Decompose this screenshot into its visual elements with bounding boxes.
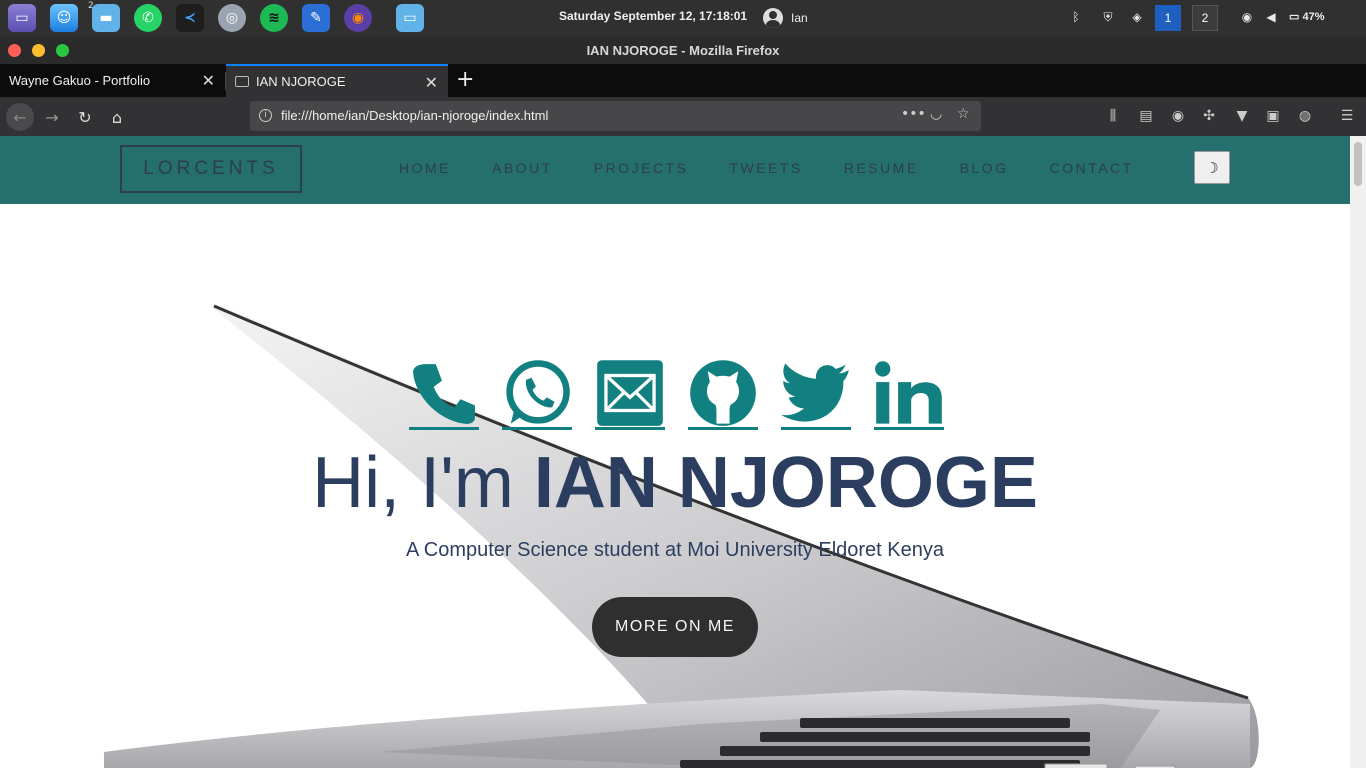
page-actions-icon[interactable]: ••• <box>901 106 926 122</box>
social-links <box>409 358 944 430</box>
system-panel: ▭ ☺ 2 ▬ ✆ ≺ ◎ ≋ ✎ ◉ ▭ Saturday September… <box>0 0 1366 36</box>
workspace-1[interactable]: 1 <box>1155 5 1181 31</box>
workspace-2[interactable]: 2 <box>1192 5 1218 31</box>
folder-icon[interactable]: ▭ <box>396 4 424 32</box>
nav-blog[interactable]: BLOG <box>960 160 1009 176</box>
phone-icon <box>413 363 475 424</box>
tab-ian-njoroge[interactable]: IAN NJOROGE ✕ <box>226 64 448 97</box>
security-icon[interactable]: ◈ <box>1128 8 1146 26</box>
phone-link[interactable] <box>409 358 479 430</box>
close-tab-icon[interactable]: ✕ <box>202 71 215 91</box>
site-header: LORCENTS HOME ABOUT PROJECTS TWEETS RESU… <box>0 136 1350 204</box>
bluetooth-icon[interactable]: ᛒ <box>1067 8 1085 26</box>
window-title: IAN NJOROGE - Mozilla Firefox <box>586 43 780 58</box>
vscode-icon[interactable]: ≺ <box>176 4 204 32</box>
nav-tweets[interactable]: TWEETS <box>729 160 802 176</box>
linkedin-icon <box>875 360 942 424</box>
github-icon <box>690 359 756 426</box>
user-icon <box>763 8 783 28</box>
page-viewport: LORCENTS HOME ABOUT PROJECTS TWEETS RESU… <box>0 136 1350 768</box>
bookmark-star-icon[interactable]: ☆ <box>957 106 970 122</box>
twitter-icon <box>781 362 849 422</box>
account-icon[interactable]: ◉ <box>1169 107 1187 125</box>
hero-title: Hi, I'm IAN NJOROGE <box>0 443 1350 523</box>
url-text[interactable]: file:///home/ian/Desktop/ian-njoroge/ind… <box>281 108 548 123</box>
window-titlebar: IAN NJOROGE - Mozilla Firefox <box>0 36 1366 64</box>
whatsapp-icon <box>506 359 570 424</box>
library-icon[interactable]: ⫼ <box>1104 107 1122 125</box>
whatsapp-icon[interactable]: ✆ <box>134 4 162 32</box>
shield-icon[interactable]: ⛨ <box>1099 8 1117 26</box>
nav-home[interactable]: HOME <box>399 160 451 176</box>
extension-icon[interactable]: ✣ <box>1200 107 1218 125</box>
menu-icon[interactable]: ☰ <box>1338 107 1356 125</box>
site-logo[interactable]: LORCENTS <box>120 145 302 193</box>
hero-subtitle: A Computer Science student at Moi Univer… <box>405 539 945 561</box>
site-nav: HOME ABOUT PROJECTS TWEETS RESUME BLOG C… <box>399 160 1175 176</box>
finder-icon[interactable]: ☺ <box>50 4 78 32</box>
editor-icon[interactable]: ✎ <box>302 4 330 32</box>
navigation-toolbar: ← → ↻ ⌂ i file:///home/ian/Desktop/ian-n… <box>0 97 1366 136</box>
battery-indicator[interactable]: ▭ 47% <box>1289 10 1324 23</box>
linkedin-link[interactable] <box>874 358 944 430</box>
vue-devtools-icon[interactable]: ▼ <box>1233 107 1251 125</box>
tab-strip: Wayne Gakuo - Portfolio ✕ IAN NJOROGE ✕ … <box>0 64 1366 97</box>
url-bar[interactable]: i file:///home/ian/Desktop/ian-njoroge/i… <box>250 101 981 131</box>
dark-mode-toggle[interactable]: ☽ <box>1194 151 1230 184</box>
whatsapp-link[interactable] <box>502 358 572 430</box>
email-link[interactable] <box>595 358 665 430</box>
user-name: Ian <box>791 11 808 25</box>
nav-about[interactable]: ABOUT <box>492 160 553 176</box>
tab-label: IAN NJOROGE <box>256 74 346 89</box>
terminal-icon[interactable]: ▭ <box>8 4 36 32</box>
github-link[interactable] <box>688 358 758 430</box>
firefox-icon[interactable]: ◉ <box>344 4 372 32</box>
tab-wayne-gakuo[interactable]: Wayne Gakuo - Portfolio ✕ <box>0 64 225 97</box>
page-favicon-icon <box>235 76 249 87</box>
home-button[interactable]: ⌂ <box>103 103 131 131</box>
extension-square-icon[interactable]: ▣ <box>1264 107 1282 125</box>
eye-icon[interactable]: ◉ <box>1238 8 1256 26</box>
pocket-icon[interactable]: ◡ <box>930 106 942 122</box>
back-button[interactable]: ← <box>6 103 34 131</box>
user-menu[interactable]: Ian <box>763 8 808 28</box>
reload-button[interactable]: ↻ <box>71 103 99 131</box>
spotify-icon[interactable]: ≋ <box>260 4 288 32</box>
forward-button[interactable]: → <box>38 103 66 131</box>
nav-projects[interactable]: PROJECTS <box>594 160 689 176</box>
new-tab-button[interactable]: + <box>456 67 474 92</box>
info-icon[interactable]: i <box>259 109 272 122</box>
scrollbar-thumb[interactable] <box>1354 142 1362 186</box>
globe-icon[interactable]: ◍ <box>1296 107 1314 125</box>
network-icon[interactable]: ◎ <box>218 4 246 32</box>
sidebar-icon[interactable]: ▤ <box>1137 107 1155 125</box>
email-icon <box>597 359 663 426</box>
twitter-link[interactable] <box>781 358 851 430</box>
more-on-me-button[interactable]: MORE ON ME <box>592 597 758 657</box>
moon-icon: ☽ <box>1205 158 1219 177</box>
battery-level: 47% <box>1302 11 1325 23</box>
nav-resume[interactable]: RESUME <box>844 160 919 176</box>
volume-icon[interactable]: ◀ <box>1262 8 1280 26</box>
page-scrollbar[interactable] <box>1350 136 1366 768</box>
close-tab-icon[interactable]: ✕ <box>425 73 438 93</box>
hero-greeting: Hi, I'm <box>312 443 514 523</box>
tab-label: Wayne Gakuo - Portfolio <box>9 73 151 88</box>
files-icon[interactable]: ▬ <box>92 4 120 32</box>
hero-name: IAN NJOROGE <box>533 443 1038 523</box>
clock[interactable]: Saturday September 12, 17:18:01 <box>559 9 747 23</box>
nav-contact[interactable]: CONTACT <box>1050 160 1134 176</box>
